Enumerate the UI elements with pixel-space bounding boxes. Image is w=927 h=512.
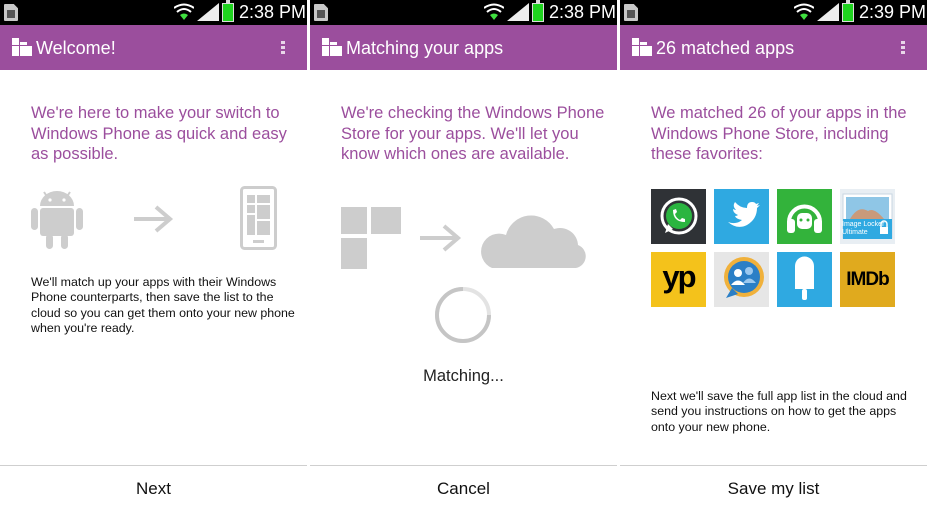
sim-card-icon [624,4,638,21]
app-bar: Matching your apps [310,25,617,70]
cancel-button[interactable]: Cancel [310,466,617,512]
overflow-menu-icon[interactable] [281,41,285,55]
sim-card-icon [4,4,18,21]
cloud-icon [481,215,586,268]
matching-status: Matching... [423,367,504,385]
app-bar: 26 matched apps [620,25,927,70]
app-tile-chat[interactable] [714,252,769,307]
page-title: Matching your apps [346,38,504,58]
wifi-icon [484,3,504,20]
switch-app-logo-icon [632,38,652,56]
app-tile-whatsapp[interactable] [651,189,706,244]
signal-icon [507,3,529,21]
chat-people-icon [724,257,764,298]
switch-app-logo-icon [322,38,342,56]
signal-icon [817,3,839,21]
battery-icon [222,0,234,22]
intro-description: We'll match up your apps with their Wind… [31,275,295,336]
headphones-icon [787,204,822,233]
image-locker-label: Image Locker Ultimate [842,221,885,236]
welcome-screen: 2:38 PM Welcome! We're here to make your… [0,0,307,512]
battery-icon [842,0,854,22]
save-my-list-button[interactable]: Save my list [620,466,927,512]
wifi-icon [174,3,194,20]
clock: 2:38 PM [239,2,307,22]
tiles-icon [341,207,401,269]
twitter-icon [728,202,760,227]
arrow-right-icon [420,224,462,252]
matched-headline: We matched 26 of your apps in the Window… [651,104,907,164]
android-icon [31,191,83,249]
arrow-right-icon [134,205,174,233]
app-tile-music[interactable] [777,189,832,244]
sim-card-icon [314,4,328,21]
signal-icon [197,3,219,21]
save-description: Next we'll save the full app list in the… [651,389,907,434]
matched-apps-screen: 2:39 PM 26 matched apps We matched 26 of… [620,0,927,512]
app-tile-yp[interactable]: yp [651,252,706,307]
loading-spinner [435,287,491,343]
status-bar: 2:39 PM [620,0,927,25]
clock: 2:38 PM [549,2,617,22]
status-bar: 2:38 PM [0,0,307,25]
app-bar: Welcome! [0,25,307,70]
intro-headline: We're here to make your switch to Window… [31,104,287,164]
next-button[interactable]: Next [0,466,307,512]
wifi-icon [794,3,814,20]
whatsapp-icon [660,197,698,235]
switch-app-logo-icon [12,38,32,56]
clock: 2:39 PM [859,2,927,22]
popsicle-icon [795,256,814,300]
matching-headline: We're checking the Windows Phone Store f… [341,104,605,164]
battery-icon [532,0,544,22]
app-tile-image-locker[interactable]: Image Locker Ultimate [840,189,895,244]
app-tile-popsicle[interactable] [777,252,832,307]
app-tile-twitter[interactable] [714,189,769,244]
imdb-logo-text: IMDb [846,269,889,290]
overflow-menu-icon[interactable] [901,41,905,55]
yp-logo-text: yp [662,259,696,294]
page-title: Welcome! [36,38,116,58]
windows-phone-icon [240,186,277,250]
page-title: 26 matched apps [656,38,795,58]
status-bar: 2:38 PM [310,0,617,25]
app-tile-imdb[interactable]: IMDb [840,252,895,307]
matching-screen: 2:38 PM Matching your apps We're checkin… [310,0,617,512]
